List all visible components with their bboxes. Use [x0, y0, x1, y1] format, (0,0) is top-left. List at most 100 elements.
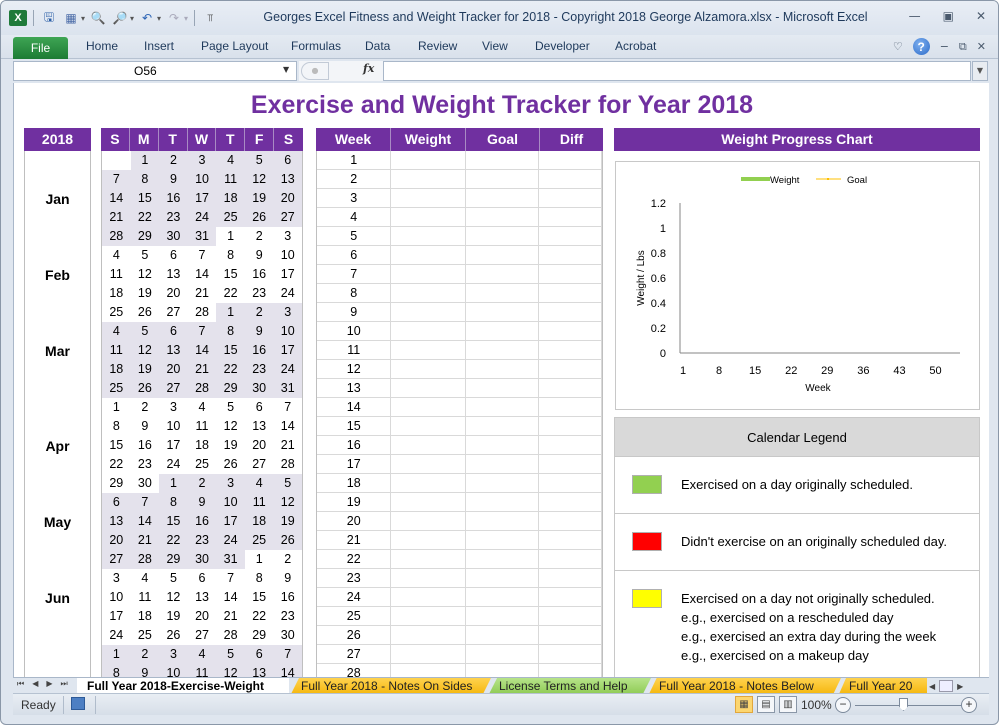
macro-record-icon[interactable]: [71, 697, 85, 710]
weight-cell[interactable]: [391, 151, 466, 169]
calendar-day-cell[interactable]: 21: [187, 360, 217, 379]
week-number-cell[interactable]: 20: [317, 512, 392, 530]
calendar-day-cell[interactable]: 15: [102, 436, 131, 455]
calendar-day-cell[interactable]: 4: [131, 569, 160, 588]
calendar-day-cell[interactable]: 30: [187, 550, 217, 569]
calendar-day-cell[interactable]: 15: [216, 341, 245, 360]
weight-progress-chart[interactable]: 0 0.2 0.4 0.6 0.8 1 1.2 1 8 15 22 29 36 43 50 Week Weigh…: [615, 161, 980, 410]
calendar-day-cell[interactable]: 17: [187, 189, 217, 208]
calendar-day-cell[interactable]: 1: [102, 645, 131, 664]
calendar-day-cell[interactable]: 19: [244, 189, 274, 208]
calendar-day-cell[interactable]: 17: [216, 512, 245, 531]
calendar-day-cell[interactable]: 23: [273, 607, 302, 626]
calendar-day-cell[interactable]: 24: [216, 531, 245, 550]
weight-cell[interactable]: [391, 531, 466, 549]
calendar-day-cell[interactable]: 28: [102, 227, 131, 246]
weight-cell[interactable]: [391, 265, 466, 283]
calendar-day-cell[interactable]: 2: [131, 398, 160, 417]
diff-cell[interactable]: [539, 284, 603, 302]
calendar-day-cell[interactable]: 21: [216, 607, 245, 626]
week-number-cell[interactable]: 15: [317, 417, 392, 435]
weight-cell[interactable]: [391, 436, 466, 454]
calendar-day-cell[interactable]: 1: [216, 303, 245, 322]
calendar-day-cell[interactable]: 20: [245, 436, 274, 455]
goal-cell[interactable]: [466, 569, 540, 587]
calendar-day-cell[interactable]: 12: [130, 341, 160, 360]
name-box-dropdown-icon[interactable]: ▼: [283, 65, 289, 74]
calendar-day-cell[interactable]: 27: [159, 303, 188, 322]
calendar-day-cell[interactable]: 31: [187, 227, 217, 246]
calendar-day-cell[interactable]: 19: [159, 607, 188, 626]
week-number-cell[interactable]: 28: [317, 664, 392, 677]
goal-cell[interactable]: [466, 607, 540, 625]
week-number-cell[interactable]: 2: [317, 170, 392, 188]
calendar-day-cell[interactable]: 8: [245, 569, 274, 588]
calendar-day-cell[interactable]: 10: [159, 664, 188, 677]
goal-cell[interactable]: [466, 284, 540, 302]
calendar-day-cell[interactable]: 17: [273, 265, 302, 284]
calendar-day-cell[interactable]: 10: [187, 170, 217, 189]
calendar-day-cell[interactable]: 23: [131, 455, 160, 474]
calendar-day-cell[interactable]: 29: [102, 474, 131, 493]
week-number-cell[interactable]: 4: [317, 208, 392, 226]
calendar-day-cell[interactable]: 5: [131, 246, 160, 265]
calendar-day-cell[interactable]: 9: [244, 322, 274, 341]
calendar-day-cell[interactable]: 20: [273, 189, 303, 208]
calendar-day-cell[interactable]: 7: [273, 645, 303, 664]
week-number-cell[interactable]: 7: [317, 265, 392, 283]
calendar-day-cell[interactable]: 14: [273, 664, 303, 677]
calendar-day-cell[interactable]: 4: [216, 151, 245, 170]
calendar-day-cell[interactable]: 12: [273, 493, 303, 512]
page-break-view-icon[interactable]: ▥: [779, 696, 797, 713]
calendar-day-cell[interactable]: 2: [187, 474, 217, 493]
calendar-day-cell[interactable]: 30: [244, 379, 274, 398]
calendar-day-cell[interactable]: 9: [187, 493, 217, 512]
calendar-day-cell[interactable]: 4: [188, 398, 217, 417]
calendar-day-cell[interactable]: 6: [188, 569, 217, 588]
calendar-day-cell[interactable]: 5: [130, 322, 160, 341]
goal-cell[interactable]: [466, 664, 540, 677]
week-number-cell[interactable]: 6: [317, 246, 392, 264]
diff-cell[interactable]: [539, 512, 603, 530]
week-number-cell[interactable]: 8: [317, 284, 392, 302]
calendar-day-cell[interactable]: 9: [273, 569, 302, 588]
calendar-day-cell[interactable]: 16: [159, 189, 188, 208]
calendar-day-cell[interactable]: 3: [273, 303, 303, 322]
tab-file[interactable]: File: [13, 37, 68, 59]
weight-cell[interactable]: [391, 607, 466, 625]
goal-cell[interactable]: [466, 550, 540, 568]
calendar-day-cell[interactable]: 1: [130, 151, 160, 170]
week-number-cell[interactable]: 14: [317, 398, 392, 416]
diff-cell[interactable]: [539, 265, 603, 283]
weight-cell[interactable]: [391, 284, 466, 302]
diff-cell[interactable]: [539, 436, 603, 454]
goal-cell[interactable]: [466, 303, 540, 321]
weight-cell[interactable]: [391, 550, 466, 568]
weight-cell[interactable]: [391, 379, 466, 397]
diff-cell[interactable]: [539, 474, 603, 492]
calendar-day-cell[interactable]: 8: [102, 664, 131, 677]
horizontal-scrollbar[interactable]: ◀ ▶: [929, 679, 987, 693]
normal-view-icon[interactable]: ▦: [735, 696, 753, 713]
calendar-day-cell[interactable]: 26: [130, 379, 160, 398]
calendar-day-cell[interactable]: 28: [188, 303, 217, 322]
calendar-day-cell[interactable]: 13: [102, 512, 131, 531]
calendar-day-cell[interactable]: 14: [187, 341, 217, 360]
tab-acrobat[interactable]: Acrobat: [615, 39, 656, 53]
calendar-day-cell[interactable]: 27: [102, 550, 131, 569]
weight-cell[interactable]: [391, 360, 466, 378]
calendar-day-cell[interactable]: 13: [159, 265, 188, 284]
calendar-day-cell[interactable]: 15: [216, 265, 245, 284]
calendar-day-cell[interactable]: 26: [159, 626, 188, 645]
goal-cell[interactable]: [466, 493, 540, 511]
calendar-day-cell[interactable]: 6: [244, 645, 274, 664]
week-number-cell[interactable]: 25: [317, 607, 392, 625]
calendar-day-cell[interactable]: 14: [130, 512, 160, 531]
formula-resize-handle[interactable]: ●: [301, 62, 329, 80]
calendar-day-cell[interactable]: 18: [102, 284, 131, 303]
calendar-day-cell[interactable]: 3: [187, 151, 217, 170]
weight-cell[interactable]: [391, 588, 466, 606]
calendar-day-cell[interactable]: 26: [131, 303, 160, 322]
week-number-cell[interactable]: 3: [317, 189, 392, 207]
calendar-day-cell[interactable]: 1: [216, 227, 245, 246]
